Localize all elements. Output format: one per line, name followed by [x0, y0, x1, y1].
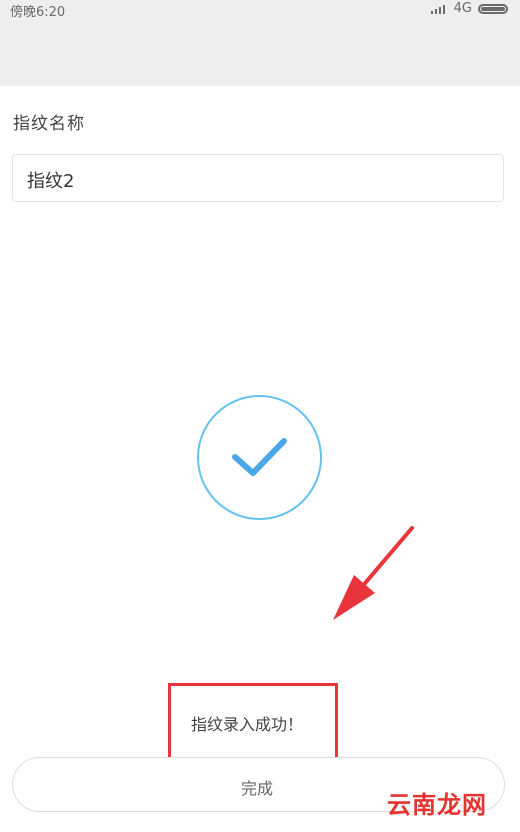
network-type: 4G	[453, 1, 472, 16]
fingerprint-name-field[interactable]: 指纹2	[12, 154, 504, 202]
success-circle	[197, 395, 322, 520]
checkmark-icon	[232, 438, 287, 476]
red-arrow-icon	[333, 526, 414, 620]
done-button-label: 完成	[241, 779, 274, 798]
status-icons: 4G	[430, 1, 508, 16]
status-time: 傍晚6:20	[10, 5, 66, 20]
watermark-logo: 云南龙网	[387, 791, 487, 819]
status-bar: 傍晚6:20 4G	[0, 0, 520, 20]
fingerprint-name-label: 指纹名称	[13, 114, 85, 134]
fingerprint-name-input[interactable]: 指纹2	[27, 167, 74, 193]
signal-icon	[430, 4, 445, 14]
success-message: 指纹录入成功！	[191, 715, 304, 734]
battery-icon	[478, 3, 508, 14]
